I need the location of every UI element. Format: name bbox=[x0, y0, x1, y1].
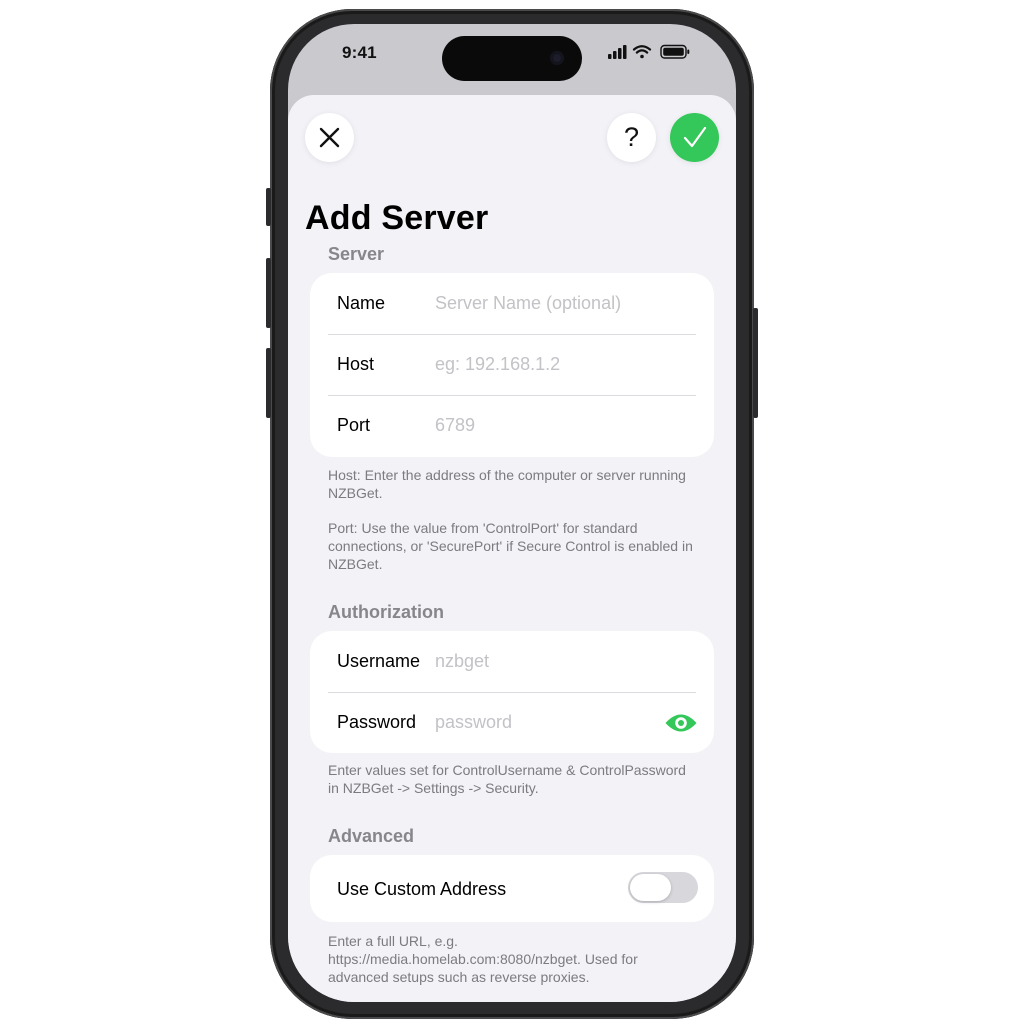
host-field-row[interactable]: Host eg: 192.168.1.2 bbox=[310, 334, 714, 395]
port-field-row[interactable]: Port 6789 bbox=[310, 395, 714, 456]
screen: 9:41 ? Add Server Server Name Server Nam… bbox=[288, 24, 736, 1002]
custom-address-toggle[interactable] bbox=[628, 872, 698, 903]
name-field-row[interactable]: Name Server Name (optional) bbox=[310, 273, 714, 334]
battery-icon bbox=[660, 44, 690, 59]
save-button[interactable] bbox=[670, 113, 719, 162]
custom-address-label: Use Custom Address bbox=[337, 879, 507, 899]
help-button[interactable]: ? bbox=[607, 113, 656, 162]
action-button bbox=[266, 188, 271, 226]
close-button[interactable] bbox=[305, 113, 354, 162]
wifi-icon bbox=[632, 45, 652, 59]
section-header-authorization: Authorization bbox=[328, 602, 444, 622]
close-icon bbox=[319, 127, 340, 148]
status-icons bbox=[608, 44, 690, 59]
server-card: Name Server Name (optional) Host eg: 192… bbox=[310, 273, 714, 457]
custom-address-row: Use Custom Address bbox=[310, 855, 714, 922]
username-field-row[interactable]: Username nzbget bbox=[310, 631, 714, 692]
password-field-row[interactable]: Password password bbox=[310, 692, 714, 753]
status-bar: 9:41 bbox=[288, 24, 736, 86]
password-input[interactable]: password bbox=[435, 712, 512, 733]
username-input[interactable]: nzbget bbox=[435, 651, 489, 672]
server-port-footer: Port: Use the value from 'ControlPort' f… bbox=[328, 520, 693, 572]
advanced-card: Use Custom Address bbox=[310, 855, 714, 922]
help-icon: ? bbox=[623, 122, 640, 152]
host-label: Host bbox=[337, 354, 375, 374]
authorization-card: Username nzbget Password password bbox=[310, 631, 714, 753]
name-label: Name bbox=[337, 293, 386, 313]
name-input[interactable]: Server Name (optional) bbox=[435, 293, 621, 314]
camera-icon bbox=[550, 51, 564, 65]
checkmark-icon bbox=[683, 126, 707, 148]
add-server-sheet: ? Add Server Server Name Server Name (op… bbox=[288, 95, 736, 1002]
power-button bbox=[753, 308, 758, 418]
username-label: Username bbox=[337, 651, 421, 671]
host-input[interactable]: eg: 192.168.1.2 bbox=[435, 354, 560, 375]
toggle-knob bbox=[630, 874, 671, 901]
section-header-advanced: Advanced bbox=[328, 826, 415, 846]
authorization-footer: Enter values set for ControlUsername & C… bbox=[328, 762, 686, 796]
volume-down-button bbox=[266, 348, 271, 418]
port-label: Port bbox=[337, 415, 371, 435]
advanced-footer: Enter a full URL, e.g. https://media.hom… bbox=[328, 933, 638, 985]
port-input[interactable]: 6789 bbox=[435, 415, 475, 436]
page-title: Add Server bbox=[305, 199, 489, 237]
section-header-server: Server bbox=[328, 244, 385, 264]
status-time: 9:41 bbox=[342, 43, 377, 62]
password-label: Password bbox=[337, 712, 417, 732]
eye-icon[interactable] bbox=[664, 712, 698, 734]
server-host-footer: Host: Enter the address of the computer … bbox=[328, 467, 686, 501]
volume-up-button bbox=[266, 258, 271, 328]
signal-icon bbox=[608, 45, 627, 59]
dynamic-island bbox=[442, 36, 582, 81]
